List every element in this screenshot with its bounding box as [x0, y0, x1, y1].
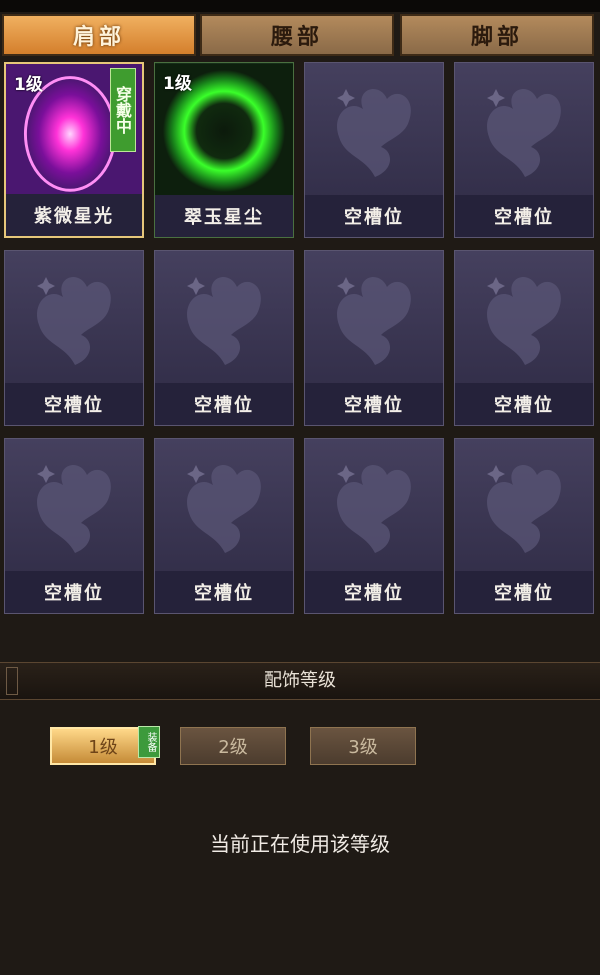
accessory-slot-1[interactable]: 1级 穿戴中 紫微星光 [4, 62, 144, 238]
slot-label: 紫微星光 [6, 194, 142, 236]
status-text: 当前正在使用该等级 [210, 832, 390, 856]
tab-shoulder[interactable]: 肩部 [2, 14, 196, 56]
slot-label: 空槽位 [305, 383, 443, 425]
slot-label: 空槽位 [305, 195, 443, 237]
accessory-slot-11[interactable]: 空槽位 [304, 438, 444, 614]
slot-label: 空槽位 [155, 383, 293, 425]
butterfly-icon [337, 464, 411, 553]
butterfly-icon [337, 276, 411, 365]
butterfly-icon [487, 464, 561, 553]
accessory-slot-8[interactable]: 空槽位 [454, 250, 594, 426]
level-button-3[interactable]: 3级 [310, 727, 416, 765]
accessory-slot-5[interactable]: 空槽位 [4, 250, 144, 426]
accessory-slot-6[interactable]: 空槽位 [154, 250, 294, 426]
accessory-slot-3[interactable]: 空槽位 [304, 62, 444, 238]
slot-label: 空槽位 [5, 571, 143, 613]
accessory-slot-9[interactable]: 空槽位 [4, 438, 144, 614]
slot-label: 翠玉星尘 [155, 195, 293, 237]
slot-label: 空槽位 [305, 571, 443, 613]
slot-label: 空槽位 [5, 383, 143, 425]
level-tag: 1级 [163, 74, 192, 94]
accessory-slot-12[interactable]: 空槽位 [454, 438, 594, 614]
butterfly-icon [187, 464, 261, 553]
accessory-grid: 1级 穿戴中 紫微星光 1级 翠玉星尘 空槽位 空槽位 空槽位 空槽位 空槽位 … [0, 58, 600, 618]
butterfly-icon [487, 88, 561, 177]
level-button-2[interactable]: 2级 [180, 727, 286, 765]
butterfly-icon [487, 276, 561, 365]
level-tag: 1级 [14, 75, 43, 95]
slot-label: 空槽位 [155, 571, 293, 613]
slot-label: 空槽位 [455, 195, 593, 237]
accessory-slot-2[interactable]: 1级 翠玉星尘 [154, 62, 294, 238]
slot-label: 空槽位 [455, 571, 593, 613]
butterfly-icon [37, 464, 111, 553]
butterfly-icon [37, 276, 111, 365]
tab-waist[interactable]: 腰部 [200, 14, 394, 56]
equipped-badge: 装备 [138, 726, 160, 758]
butterfly-icon [187, 276, 261, 365]
section-header-bar: 配饰等级 [0, 662, 600, 700]
top-strip [0, 0, 600, 12]
accessory-slot-10[interactable]: 空槽位 [154, 438, 294, 614]
category-tabs: 肩部 腰部 脚部 [0, 12, 600, 58]
butterfly-icon [337, 88, 411, 177]
section-title: 配饰等级 [264, 670, 336, 691]
slot-label: 空槽位 [455, 383, 593, 425]
accessory-slot-7[interactable]: 空槽位 [304, 250, 444, 426]
wearing-badge: 穿戴中 [110, 68, 136, 152]
accessory-slot-4[interactable]: 空槽位 [454, 62, 594, 238]
tab-feet[interactable]: 脚部 [400, 14, 594, 56]
